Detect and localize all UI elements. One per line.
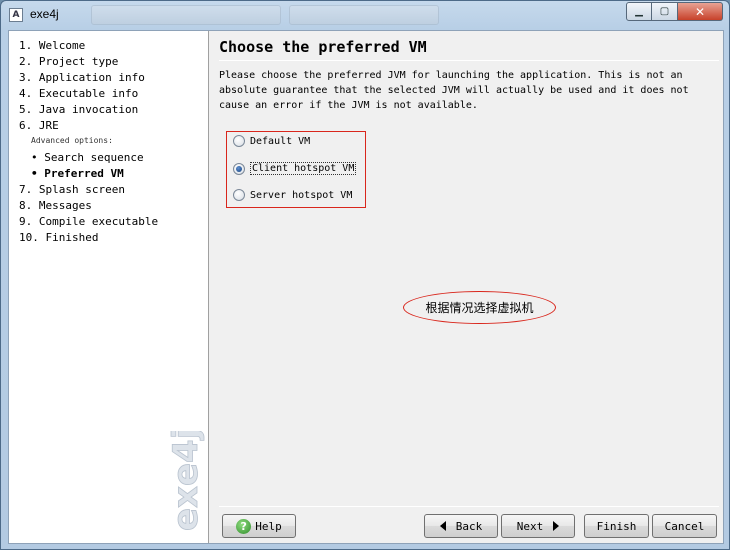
bottom-divider — [219, 506, 719, 507]
next-button-label: Next — [516, 519, 544, 533]
radio-server-hotspot-vm[interactable]: Server hotspot VM — [233, 189, 352, 201]
help-icon: ? — [236, 518, 252, 534]
step-finished[interactable]: 10. Finished — [19, 231, 98, 244]
maximize-button[interactable]: ▢ — [652, 2, 678, 21]
next-button[interactable]: Next — [501, 514, 575, 538]
step-splash-screen[interactable]: 7. Splash screen — [19, 183, 125, 196]
finish-button-label: Finish — [596, 519, 637, 533]
help-button-label: Help — [255, 519, 282, 533]
window-title: exe4j — [30, 7, 59, 21]
radio-checked-icon[interactable] — [233, 162, 245, 175]
description-line: Please choose the preferred JVM for laun… — [219, 70, 683, 81]
page-description: Please choose the preferred JVM for laun… — [219, 68, 709, 113]
step-application-info[interactable]: 3. Application info — [19, 71, 145, 84]
step-java-invocation[interactable]: 5. Java invocation — [19, 103, 138, 116]
minimize-icon: ▁ — [635, 6, 643, 17]
arrow-left-icon — [439, 521, 446, 531]
annotation-callout: 根据情况选择虚拟机 — [403, 291, 556, 324]
app-window: A exe4j ▁ ▢ ✕ 1. Welcome 2. Project type… — [0, 0, 730, 550]
step-welcome[interactable]: 1. Welcome — [19, 39, 85, 52]
advanced-options-label: Advanced options: — [31, 136, 113, 145]
step-jre[interactable]: 6. JRE — [19, 119, 59, 132]
close-icon: ✕ — [694, 4, 706, 19]
radio-unchecked-icon[interactable] — [233, 189, 245, 201]
step-search-sequence[interactable]: • Search sequence — [31, 151, 144, 164]
background-taskbar-ghost — [91, 5, 281, 25]
wizard-steps-sidebar: 1. Welcome 2. Project type 3. Applicatio… — [9, 31, 209, 543]
radio-label[interactable]: Server hotspot VM — [250, 190, 352, 201]
close-button[interactable]: ✕ — [678, 2, 723, 21]
step-compile-executable[interactable]: 9. Compile executable — [19, 215, 158, 228]
back-button[interactable]: Back — [424, 514, 498, 538]
maximize-icon: ▢ — [659, 6, 670, 17]
app-icon: A — [9, 8, 23, 22]
description-line: cause an error if the JVM is not availab… — [219, 100, 478, 111]
background-taskbar-ghost — [289, 5, 439, 25]
back-button-label: Back — [455, 519, 483, 533]
cancel-button-label: Cancel — [664, 519, 705, 533]
title-divider — [219, 60, 719, 61]
help-button[interactable]: ? Help — [222, 514, 296, 538]
radio-client-hotspot-vm[interactable]: Client hotspot VM — [233, 162, 357, 175]
page-title: Choose the preferred VM — [219, 38, 427, 56]
finish-button[interactable]: Finish — [584, 514, 649, 538]
description-line: absolute guarantee that the selected JVM… — [219, 85, 689, 96]
exe4j-watermark-logo: exe4j — [166, 431, 205, 531]
radio-label[interactable]: Default VM — [250, 136, 310, 147]
wizard-client-area: 1. Welcome 2. Project type 3. Applicatio… — [8, 30, 724, 544]
radio-default-vm[interactable]: Default VM — [233, 135, 310, 147]
cancel-button[interactable]: Cancel — [652, 514, 717, 538]
watermark-text: exe4j — [166, 431, 205, 531]
radio-unchecked-icon[interactable] — [233, 135, 245, 147]
step-project-type[interactable]: 2. Project type — [19, 55, 118, 68]
window-controls: ▁ ▢ ✕ — [626, 2, 723, 21]
minimize-button[interactable]: ▁ — [626, 2, 652, 21]
step-preferred-vm[interactable]: • Preferred VM — [31, 167, 124, 180]
radio-label[interactable]: Client hotspot VM — [250, 162, 357, 175]
step-messages[interactable]: 8. Messages — [19, 199, 92, 212]
step-executable-info[interactable]: 4. Executable info — [19, 87, 138, 100]
title-bar[interactable]: A exe4j ▁ ▢ ✕ — [1, 1, 729, 29]
arrow-right-icon — [553, 521, 560, 531]
wizard-main-panel: Choose the preferred VM Please choose th… — [210, 31, 723, 543]
vm-options-highlight-box: Default VM Client hotspot VM Server hots… — [226, 131, 366, 208]
